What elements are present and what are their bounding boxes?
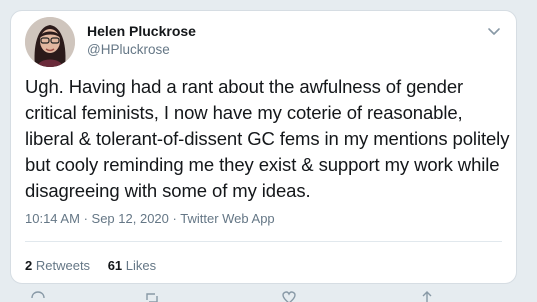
likes-label: Likes xyxy=(125,258,157,273)
page: Helen Pluckrose @HPluckrose Ugh. Having … xyxy=(0,0,537,302)
likes-stat[interactable]: 61 Likes xyxy=(108,258,156,273)
tweet-text: Ugh. Having had a rant about the awfulne… xyxy=(25,76,510,201)
heart-icon[interactable] xyxy=(281,290,297,302)
retweets-label: Retweets xyxy=(35,258,91,273)
share-icon[interactable] xyxy=(419,290,435,302)
tweet-source[interactable]: Twitter Web App xyxy=(180,211,274,226)
meta-separator: · xyxy=(172,211,177,226)
author-handle[interactable]: @HPluckrose xyxy=(87,42,170,57)
chevron-down-icon[interactable] xyxy=(486,23,502,39)
divider xyxy=(25,241,502,242)
retweet-icon[interactable] xyxy=(144,290,160,302)
tweet-card[interactable]: Helen Pluckrose @HPluckrose Ugh. Having … xyxy=(10,10,517,284)
avatar[interactable] xyxy=(25,17,75,67)
tweet-meta: 10:14 AM · Sep 12, 2020 · Twitter Web Ap… xyxy=(25,211,275,226)
retweets-count: 2 xyxy=(25,258,33,273)
tweet-date[interactable]: Sep 12, 2020 xyxy=(92,211,169,226)
author-name[interactable]: Helen Pluckrose xyxy=(87,23,196,39)
likes-count: 61 xyxy=(107,258,123,273)
meta-separator: · xyxy=(83,211,88,226)
avatar-image xyxy=(25,17,75,67)
retweets-stat[interactable]: 2 Retweets xyxy=(25,258,90,273)
reply-icon[interactable] xyxy=(30,290,46,302)
tweet-time[interactable]: 10:14 AM xyxy=(25,211,80,226)
action-bar xyxy=(0,290,537,302)
tweet-stats: 2 Retweets 61 Likes xyxy=(25,258,170,273)
